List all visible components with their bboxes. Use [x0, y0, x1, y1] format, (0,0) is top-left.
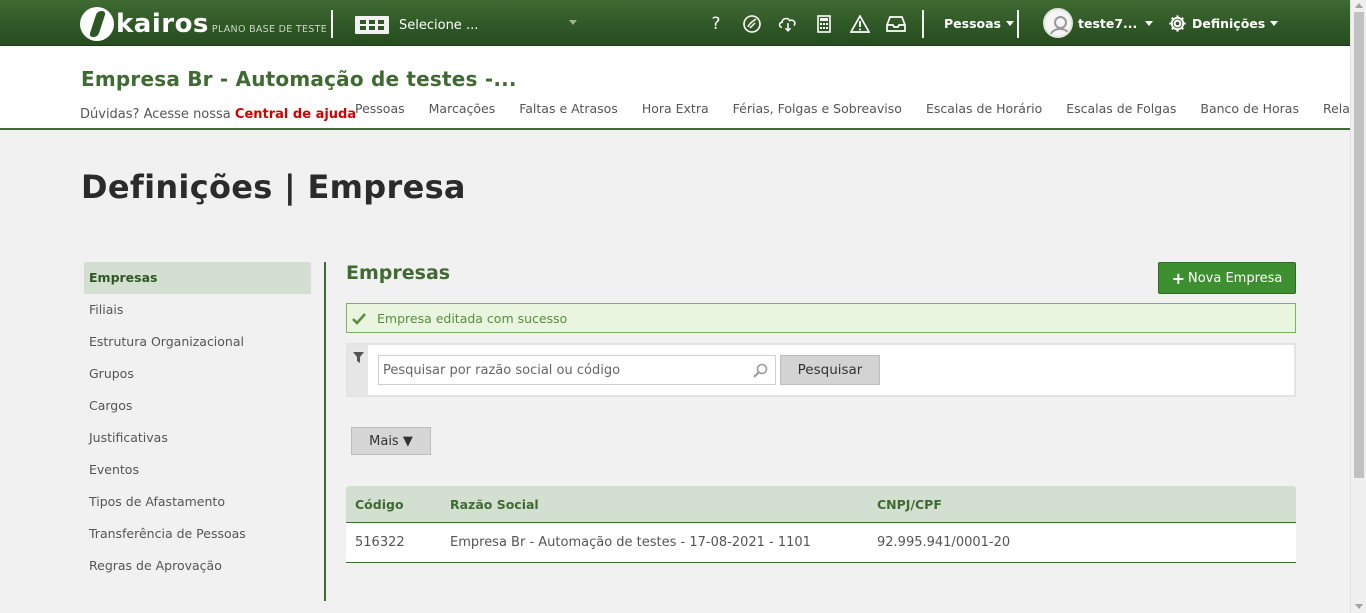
filter-icon	[353, 352, 364, 363]
table-header: Código Razão Social CNPJ/CPF	[346, 486, 1296, 523]
search-button[interactable]: Pesquisar	[780, 355, 880, 385]
cell-cnpj: 92.995.941/0001-20	[877, 535, 1011, 550]
company-title: Empresa Br - Automação de testes -...	[81, 67, 517, 91]
settings-menu-label: Definições	[1192, 15, 1266, 31]
sidebar-item-justificativas[interactable]: Justificativas	[84, 422, 311, 454]
page-scrollbar[interactable]	[1350, 0, 1366, 613]
cloud-download-icon[interactable]	[777, 13, 799, 35]
sidebar-item-grupos[interactable]: Grupos	[84, 358, 311, 390]
nav-hora-extra[interactable]: Hora Extra	[642, 101, 709, 116]
pessoas-menu[interactable]: Pessoas	[944, 0, 1014, 46]
avatar	[1043, 8, 1073, 38]
company-grid-icon	[355, 16, 389, 34]
sidebar-item-regras-aprovacao[interactable]: Regras de Aprovação	[84, 550, 311, 582]
scroll-thumb[interactable]	[1354, 12, 1364, 478]
table-row[interactable]: 516322 Empresa Br - Automação de testes …	[346, 523, 1296, 563]
scroll-up-arrow-icon[interactable]	[1355, 3, 1363, 8]
search-input[interactable]	[378, 355, 776, 385]
chevron-down-icon	[1145, 20, 1154, 26]
new-company-label: Nova Empresa	[1188, 270, 1283, 286]
user-name: teste7...	[1078, 15, 1138, 31]
help-text: Dúvidas? Acesse nossa Central de ajuda	[80, 107, 356, 122]
nav-marcacoes[interactable]: Marcações	[429, 101, 496, 116]
user-menu[interactable]: teste7...	[1043, 0, 1154, 46]
logo-mark-icon	[80, 7, 114, 41]
page-header: Empresa Br - Automação de testes -... Dú…	[0, 46, 1366, 130]
inbox-icon[interactable]	[885, 13, 907, 35]
column-header-codigo[interactable]: Código	[346, 497, 441, 512]
kairos-logo[interactable]: kairos PLANO BASE DE TESTE	[80, 5, 327, 41]
sidebar-divider	[324, 262, 326, 601]
sidebar-item-eventos[interactable]: Eventos	[84, 454, 311, 486]
help-prefix: Dúvidas? Acesse nossa	[80, 107, 231, 122]
sidebar-item-estrutura-organizacional[interactable]: Estrutura Organizacional	[84, 326, 311, 358]
chevron-down-icon	[1005, 20, 1014, 26]
nav-banco-horas[interactable]: Banco de Horas	[1200, 101, 1299, 116]
column-header-razao-social[interactable]: Razão Social	[441, 497, 868, 512]
page-title: Definições | Empresa	[81, 168, 466, 206]
success-alert: Empresa editada com sucesso	[346, 303, 1296, 333]
warning-icon[interactable]	[849, 13, 871, 35]
divider	[922, 10, 924, 38]
top-icon-bar: ?	[705, 12, 907, 36]
sidebar-item-empresas[interactable]: Empresas	[84, 262, 311, 294]
sidebar-item-transferencia-pessoas[interactable]: Transferência de Pessoas	[84, 518, 311, 550]
company-select-value: Selecione ...	[399, 17, 479, 33]
nav-faltas-atrasos[interactable]: Faltas e Atrasos	[519, 101, 618, 116]
nav-ferias-folgas[interactable]: Férias, Folgas e Sobreaviso	[733, 101, 902, 116]
main-nav: Pessoas Marcações Faltas e Atrasos Hora …	[355, 101, 1366, 116]
calculator-icon[interactable]	[813, 13, 835, 35]
more-button[interactable]: Mais ▼	[351, 427, 431, 455]
help-icon[interactable]: ?	[705, 13, 727, 35]
pessoas-menu-label: Pessoas	[944, 15, 1001, 31]
nav-escalas-horario[interactable]: Escalas de Horário	[926, 101, 1042, 116]
section-title: Empresas	[346, 262, 451, 284]
companies-table: Código Razão Social CNPJ/CPF 516322 Empr…	[346, 486, 1296, 563]
sidebar-item-filiais[interactable]: Filiais	[84, 294, 311, 326]
nav-pessoas[interactable]: Pessoas	[355, 101, 405, 116]
nav-escalas-folgas[interactable]: Escalas de Folgas	[1066, 101, 1176, 116]
check-icon	[352, 313, 366, 325]
settings-menu[interactable]: Definições	[1168, 0, 1279, 46]
alert-message: Empresa editada com sucesso	[377, 310, 568, 326]
column-header-cnpj[interactable]: CNPJ/CPF	[868, 497, 1296, 512]
gear-icon	[1169, 14, 1186, 32]
cell-razao-social: Empresa Br - Automação de testes - 17-08…	[450, 535, 811, 550]
cell-codigo: 516322	[355, 535, 405, 550]
divider	[1017, 10, 1019, 38]
sidebar-item-cargos[interactable]: Cargos	[84, 390, 311, 422]
company-select[interactable]: Selecione ...	[355, 14, 585, 36]
sidebar-item-tipos-afastamento[interactable]: Tipos de Afastamento	[84, 486, 311, 518]
top-bar: kairos PLANO BASE DE TESTE Selecione ...…	[0, 0, 1350, 46]
filter-toggle[interactable]	[348, 345, 368, 395]
new-company-button[interactable]: + Nova Empresa	[1158, 262, 1296, 294]
chevron-down-icon	[569, 20, 577, 25]
logo-subtitle: PLANO BASE DE TESTE	[211, 24, 328, 35]
scroll-down-arrow-icon[interactable]	[1355, 604, 1363, 609]
divider	[331, 10, 333, 38]
plus-icon: +	[1171, 268, 1185, 288]
sidebar: Empresas Filiais Estrutura Organizaciona…	[84, 262, 311, 582]
help-center-link[interactable]: Central de ajuda	[235, 107, 356, 122]
chevron-down-icon	[1270, 20, 1279, 26]
filter-panel: Pesquisar	[346, 343, 1296, 397]
logo-text: kairos	[116, 9, 209, 39]
search-icon	[753, 363, 768, 378]
dollar-leaf-icon[interactable]	[741, 13, 763, 35]
